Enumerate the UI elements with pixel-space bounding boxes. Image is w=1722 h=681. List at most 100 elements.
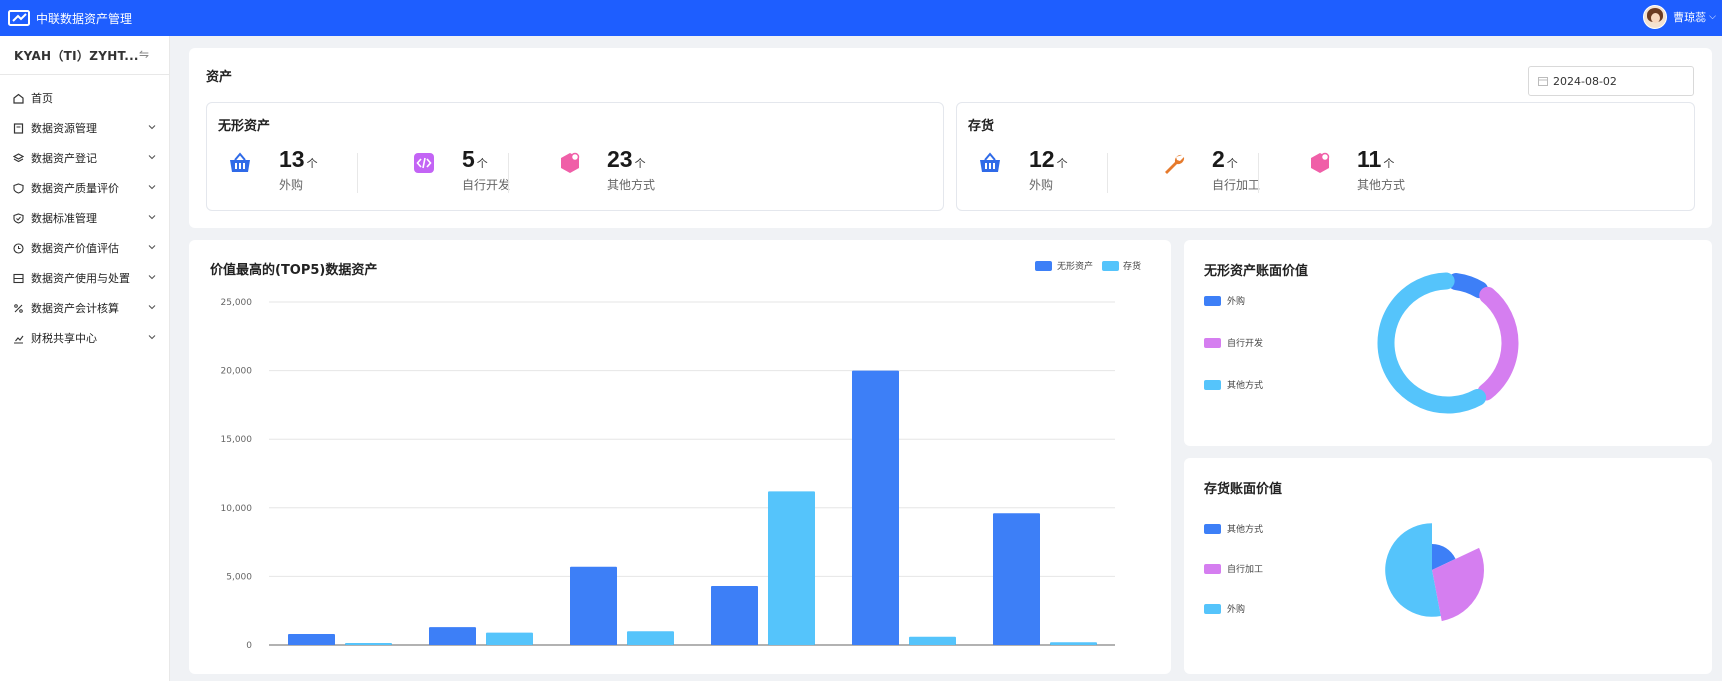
shield-icon [13, 182, 24, 194]
sidebar-item-label: 数据资产会计核算 [31, 302, 119, 315]
stat-divider [1107, 153, 1108, 193]
bar-无形资产-1[interactable] [429, 627, 476, 645]
date-picker[interactable]: 2024-08-02 [1528, 66, 1694, 96]
org-name: KYAH（TI）ZYHT... [14, 48, 139, 63]
sidebar-item-label: 数据资产登记 [31, 152, 97, 165]
sidebar-item-6[interactable]: 数据资产使用与处置 [0, 263, 169, 293]
basket-icon [978, 151, 1002, 175]
inventory-panel: 存货 12 个外购 2 个自行加工 11 个其他方式 [956, 102, 1695, 211]
code-icon [412, 151, 436, 175]
stat-其他方式: 11 个其他方式 [1308, 144, 1448, 194]
user-name[interactable]: 曹琼蕊 [1673, 9, 1706, 25]
chevron-down-icon[interactable] [148, 273, 156, 281]
inventory-value-card: 存货账面价值 其他方式 自行加工 外购 [1184, 458, 1712, 674]
sidebar-item-4[interactable]: 数据标准管理 [0, 203, 169, 233]
sidebar-item-2[interactable]: 数据资产登记 [0, 143, 169, 173]
bar-无形资产-2[interactable] [570, 566, 617, 645]
stat-number: 12 [1029, 146, 1055, 172]
chevron-down-icon[interactable] [148, 213, 156, 221]
sidebar-header: KYAH（TI）ZYHT... ⇋ [0, 36, 169, 75]
stat-number: 13 [279, 146, 305, 172]
chevron-down-icon[interactable] [148, 243, 156, 251]
shield-check-icon [13, 212, 24, 224]
stat-divider [508, 153, 509, 193]
y-tick-label: 25,000 [221, 298, 253, 308]
stat-value: 23 个 [607, 146, 646, 173]
sidebar-item-1[interactable]: 数据资源管理 [0, 113, 169, 143]
hexagon-icon [1308, 151, 1332, 175]
donut-slice-其他方式[interactable] [1377, 272, 1487, 414]
stat-label: 其他方式 [1357, 178, 1406, 192]
bar-存货-2[interactable] [627, 631, 674, 645]
bar-chart: 0 5,000 10,000 15,000 20,000 25,000 [221, 298, 1115, 651]
user-menu[interactable]: 曹琼蕊 ⌵ [1643, 5, 1716, 29]
app-title: 中联数据资产管理 [36, 11, 133, 26]
stat-unit: 个 [306, 158, 318, 170]
pie-chart [1385, 523, 1484, 622]
stat-unit: 个 [476, 158, 488, 170]
stat-number: 2 [1212, 146, 1225, 172]
stat-unit: 个 [1226, 158, 1238, 170]
stat-label: 外购 [279, 178, 304, 192]
panel-title: 存货 [968, 119, 995, 134]
sidebar-item-label: 首页 [31, 92, 53, 105]
stat-自行开发: 5 个自行开发 [412, 144, 552, 194]
bar-无形资产-5[interactable] [993, 513, 1040, 645]
stat-label: 自行加工 [1212, 178, 1261, 192]
bar-无形资产-3[interactable] [711, 586, 758, 645]
stat-unit: 个 [1056, 158, 1068, 170]
chart-icon [13, 333, 24, 344]
sidebar-item-8[interactable]: 财税共享中心 [0, 323, 169, 353]
stat-value: 11 个 [1357, 146, 1394, 173]
chevron-down-icon[interactable] [148, 153, 156, 161]
bar-存货-0[interactable] [345, 642, 392, 645]
stat-label: 其他方式 [607, 178, 656, 192]
chevron-down-icon[interactable] [148, 333, 156, 341]
stat-label: 外购 [1029, 178, 1054, 192]
avatar[interactable] [1643, 5, 1668, 29]
stat-divider [357, 153, 358, 193]
intangible-value-card: 无形资产账面价值 外购 自行开发 其他方式 [1184, 240, 1712, 446]
percent-icon [13, 303, 24, 314]
y-tick-label: 20,000 [221, 367, 253, 377]
donut-slice-外购[interactable] [1447, 273, 1489, 299]
donut-slice-自行开发[interactable] [1477, 286, 1519, 401]
bar-存货-4[interactable] [909, 636, 956, 645]
chevron-down-icon[interactable]: ⌵ [1709, 12, 1716, 22]
sidebar-item-0[interactable]: 首页 [0, 83, 169, 113]
calendar-icon [1538, 77, 1548, 86]
book-icon [13, 122, 24, 134]
logo-icon [8, 10, 30, 26]
bar-无形资产-0[interactable] [288, 634, 335, 645]
sidebar-item-label: 数据资源管理 [31, 122, 97, 135]
y-tick-label: 15,000 [221, 435, 253, 445]
bar-存货-1[interactable] [486, 632, 533, 645]
date-value[interactable]: 2024-08-02 [1553, 75, 1617, 88]
stat-unit: 个 [634, 158, 646, 170]
bar-存货-5[interactable] [1050, 642, 1097, 645]
panel-title: 无形资产 [218, 119, 271, 134]
clock-icon [13, 242, 24, 254]
wrench-icon [1162, 151, 1186, 175]
sidebar-menu: 首页 数据资源管理 数据资产登记 数据资产质量评价 数据标准管理 数据资产价值评估 数据资产… [0, 83, 169, 353]
intangible-assets-panel: 无形资产 13 个外购 5 个自行开发 23 个其他方式 [206, 102, 944, 211]
sidebar-item-label: 数据标准管理 [31, 212, 97, 225]
y-tick-label: 5,000 [226, 572, 252, 582]
sidebar-item-7[interactable]: 数据资产会计核算 [0, 293, 169, 323]
sidebar-item-3[interactable]: 数据资产质量评价 [0, 173, 169, 203]
chevron-down-icon[interactable] [148, 303, 156, 311]
sidebar-item-5[interactable]: 数据资产价值评估 [0, 233, 169, 263]
sidebar-item-label: 数据资产价值评估 [31, 242, 119, 255]
stat-外购: 13 个外购 [228, 144, 368, 194]
brand[interactable]: 中联数据资产管理 [8, 10, 132, 27]
collapse-toggle-icon[interactable]: ⇋ [139, 47, 149, 61]
bar-存货-3[interactable] [768, 491, 815, 645]
stat-number: 23 [607, 146, 633, 172]
sidebar-item-label: 数据资产质量评价 [31, 182, 119, 195]
stat-value: 5个 [462, 146, 488, 173]
home-icon [13, 93, 24, 104]
chevron-down-icon[interactable] [148, 183, 156, 191]
bar-无形资产-4[interactable] [852, 370, 899, 645]
chevron-down-icon[interactable] [148, 123, 156, 131]
top-bar: 中联数据资产管理 曹琼蕊 ⌵ [0, 0, 1722, 36]
